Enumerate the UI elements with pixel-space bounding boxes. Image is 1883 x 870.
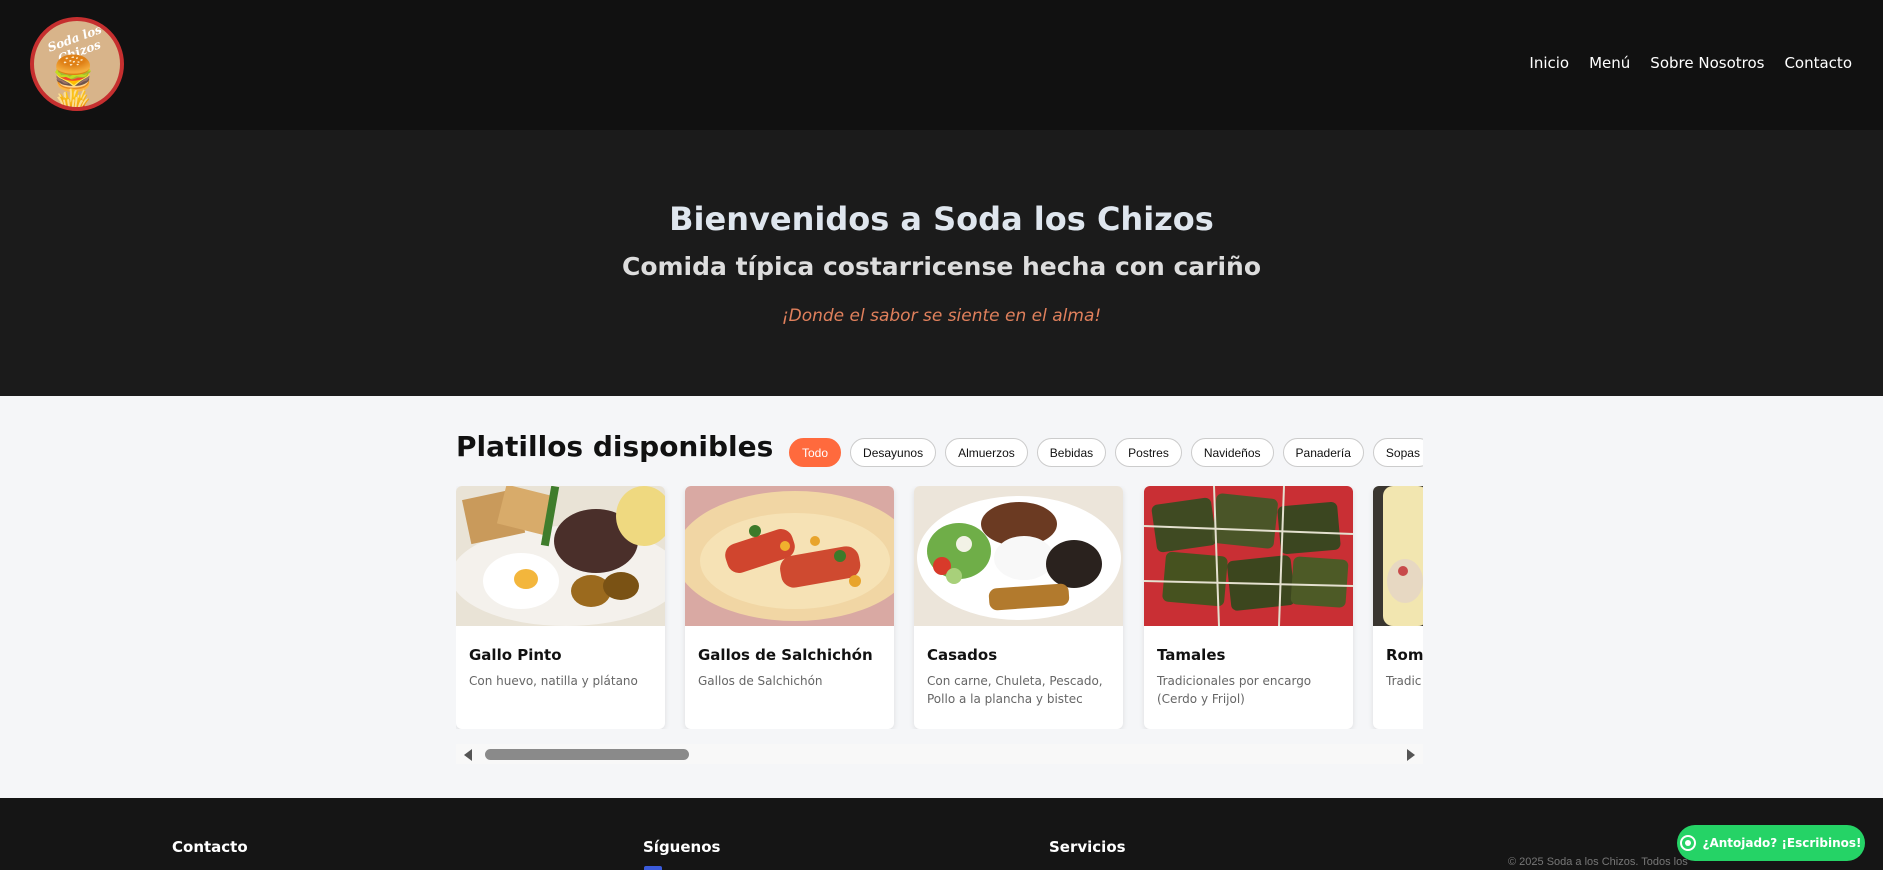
hero-subtitle: Comida típica costarricense hecha con ca…: [621, 252, 1262, 281]
filter-postres[interactable]: Postres: [1115, 438, 1182, 467]
dish-card[interactable]: Romp Tradic: [1373, 486, 1423, 729]
whatsapp-button[interactable]: ¿Antojado? ¡Escribinos!: [1677, 825, 1865, 861]
scroll-right-icon[interactable]: [1407, 749, 1415, 761]
dish-image: [1144, 486, 1353, 626]
dish-image: [456, 486, 665, 626]
whatsapp-icon: [1680, 835, 1697, 851]
dish-card[interactable]: Gallos de Salchichón Gallos de Salchichó…: [685, 486, 894, 729]
site-header: Soda los Chizos 🍔🍟 Inicio Menú Sobre Nos…: [0, 0, 1883, 130]
dish-description: Con carne, Chuleta, Pescado, Pollo a la …: [927, 674, 1103, 706]
filter-bebidas[interactable]: Bebidas: [1036, 438, 1107, 467]
nav-sobre-nosotros[interactable]: Sobre Nosotros: [1650, 54, 1764, 72]
category-filters: Todo Desayunos Almuerzos Bebidas Postres…: [789, 438, 1423, 467]
dish-description: Tradicionales por encargo (Cerdo y Frijo…: [1157, 674, 1312, 706]
dish-image: [914, 486, 1123, 626]
filter-navidenos[interactable]: Navideños: [1190, 438, 1274, 467]
hero-tagline: ¡Donde el sabor se siente en el alma!: [781, 306, 1102, 326]
footer-contacto-heading: Contacto: [172, 838, 248, 856]
section-title: Platillos disponibles: [456, 430, 774, 463]
filter-desayunos[interactable]: Desayunos: [850, 438, 937, 467]
site-footer: Contacto Síguenos Servicios © 2025 Soda …: [0, 798, 1883, 870]
dish-description: Con huevo, natilla y plátano: [469, 674, 638, 688]
filter-almuerzos[interactable]: Almuerzos: [945, 438, 1028, 467]
scroll-left-icon[interactable]: [464, 749, 472, 761]
whatsapp-label: ¿Antojado? ¡Escribinos!: [1702, 836, 1862, 850]
logo[interactable]: Soda los Chizos 🍔🍟: [30, 17, 124, 111]
filter-panaderia[interactable]: Panadería: [1282, 438, 1364, 467]
dish-title: Gallos de Salchichón: [698, 646, 873, 664]
dishes-carousel[interactable]: Gallo Pinto Con huevo, natilla y plátano…: [456, 486, 1423, 729]
dish-image: [1373, 486, 1423, 626]
dish-description: Gallos de Salchichón: [698, 674, 823, 688]
footer-servicios-heading: Servicios: [1049, 838, 1126, 856]
dish-title: Gallo Pinto: [469, 646, 562, 664]
dish-image: [685, 486, 894, 626]
filter-todo[interactable]: Todo: [789, 438, 842, 467]
scrollbar-thumb[interactable]: [485, 749, 689, 760]
hero-section: Bienvenidos a Soda los Chizos Comida típ…: [0, 130, 1883, 396]
dish-title: Romp: [1386, 646, 1423, 664]
burger-fries-icon: 🍔🍟: [52, 55, 95, 111]
nav-inicio[interactable]: Inicio: [1529, 54, 1569, 72]
carousel-scrollbar[interactable]: [456, 744, 1423, 764]
filter-sopas[interactable]: Sopas: [1372, 438, 1423, 467]
dish-title: Tamales: [1157, 646, 1226, 664]
dish-card[interactable]: Tamales Tradicionales por encargo (Cerdo…: [1144, 486, 1353, 729]
footer-siguenos-heading: Síguenos: [643, 838, 721, 856]
dish-title: Casados: [927, 646, 998, 664]
main-nav: Inicio Menú Sobre Nosotros Contacto: [1529, 54, 1852, 72]
hero-title: Bienvenidos a Soda los Chizos: [669, 200, 1214, 238]
dish-description: Tradic: [1386, 674, 1422, 688]
nav-menu[interactable]: Menú: [1589, 54, 1630, 72]
nav-contacto[interactable]: Contacto: [1784, 54, 1852, 72]
copyright-text: © 2025 Soda a los Chizos. Todos los: [1508, 856, 1688, 868]
dish-card[interactable]: Casados Con carne, Chuleta, Pescado, Pol…: [914, 486, 1123, 729]
facebook-icon[interactable]: [644, 866, 662, 870]
dish-card[interactable]: Gallo Pinto Con huevo, natilla y plátano: [456, 486, 665, 729]
